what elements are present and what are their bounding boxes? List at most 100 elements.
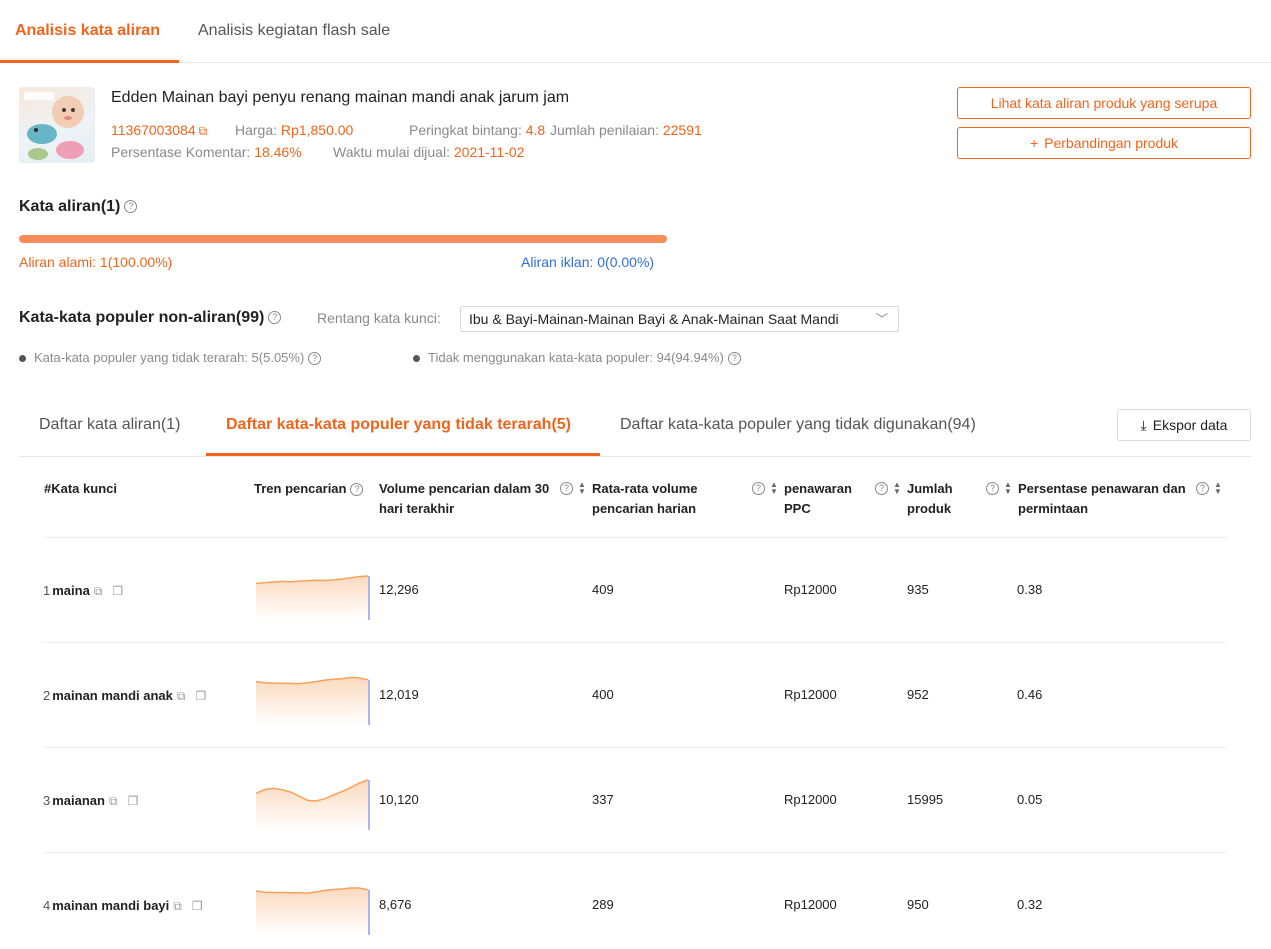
keyword-text[interactable]: mainan mandi bayi	[52, 898, 169, 913]
popular-words-title: Kata-kata populer non-aliran(99)	[19, 309, 265, 326]
help-icon[interactable]: ?	[268, 311, 282, 325]
sort-icon[interactable]: ▲ ▼	[1214, 481, 1222, 496]
keyword-text[interactable]: mainan mandi anak	[52, 688, 173, 703]
search-trend-sparkline[interactable]	[256, 770, 370, 830]
col-header-trend: Tren pencarian?	[254, 479, 364, 499]
help-icon[interactable]: ?	[308, 352, 322, 366]
external-link-icon[interactable]: ⧉	[199, 124, 208, 138]
untargeted-value: 5(5.05%)	[251, 350, 305, 365]
help-icon[interactable]: ?	[752, 482, 765, 495]
start-date-field: Waktu mulai dijual: 2021-11-02	[333, 144, 524, 160]
ad-flow-label: Aliran iklan:	[521, 254, 594, 270]
bullet-dot	[19, 355, 26, 363]
product-thumbnail[interactable]	[19, 87, 95, 163]
compare-product-label: Perbandingan produk	[1044, 135, 1179, 151]
supply-demand-cell: 0.38	[1017, 581, 1043, 597]
active-subtab-indicator	[206, 453, 600, 456]
col-ratio-line2: permintaan	[1018, 501, 1089, 516]
tab-flow-words-list[interactable]: Daftar kata aliran(1)	[39, 416, 180, 434]
reviews-value: 22591	[662, 122, 702, 138]
tab-analisis-flash-sale[interactable]: Analisis kegiatan flash sale	[198, 22, 390, 40]
help-icon[interactable]: ?	[986, 482, 999, 495]
col-header-ppc: penawaran PPC	[784, 479, 852, 519]
untargeted-label: Kata-kata populer yang tidak terarah:	[34, 350, 248, 365]
help-icon[interactable]: ?	[727, 352, 741, 366]
col-keyword-label: Kata kunci	[51, 481, 117, 496]
tab-unused-list[interactable]: Daftar kata-kata populer yang tidak digu…	[620, 416, 976, 434]
comment-pct-label: Persentase Komentar:	[111, 144, 251, 160]
download-icon: ⤓	[1140, 417, 1147, 433]
tab-analisis-kata-aliran[interactable]: Analisis kata aliran	[15, 22, 160, 40]
export-data-button[interactable]: ⤓ Ekspor data	[1117, 409, 1251, 441]
list-tab-bar: Daftar kata aliran(1) Daftar kata-kata p…	[19, 400, 1251, 457]
keyword-range-value: Ibu & Bayi-Mainan-Mainan Bayi & Anak-Mai…	[469, 311, 839, 327]
sparkline-area	[256, 887, 368, 935]
copy-icon[interactable]: ❐	[192, 899, 203, 913]
product-count-cell: 950	[907, 896, 929, 912]
row-number: 1	[43, 582, 51, 598]
sort-icon[interactable]: ▲ ▼	[770, 481, 778, 496]
col-products-line1: Jumlah	[907, 481, 953, 496]
product-count-cell: 952	[907, 686, 929, 702]
col-avg-line1: Rata-rata volume	[592, 481, 698, 496]
help-icon[interactable]: ?	[350, 483, 364, 497]
sort-icon[interactable]: ▲ ▼	[1004, 481, 1012, 496]
unused-stat: Tidak menggunakan kata-kata populer: 94(…	[413, 350, 741, 366]
supply-demand-cell: 0.32	[1017, 896, 1043, 912]
external-link-icon[interactable]: ⧉	[94, 584, 103, 598]
copy-icon[interactable]: ❐	[195, 689, 206, 703]
price-value: Rp1,850.00	[280, 122, 354, 138]
keyword-range-select[interactable]: Ibu & Bayi-Mainan-Mainan Bayi & Anak-Mai…	[460, 306, 899, 332]
external-link-icon[interactable]: ⧉	[177, 689, 186, 703]
volume-cell: 10,120	[379, 791, 419, 807]
ppc-cell: Rp12000	[784, 581, 837, 597]
table-row-keyword: 2 mainan mandi anak ⧉ ❐	[43, 688, 206, 704]
search-trend-sparkline[interactable]	[256, 875, 370, 935]
help-icon[interactable]: ?	[124, 200, 138, 214]
table-row-keyword: 1 maina ⧉ ❐	[43, 583, 123, 599]
product-id-link[interactable]: 11367003084	[111, 122, 196, 138]
col-ppc-line1: penawaran	[784, 481, 852, 496]
export-label: Ekspor data	[1152, 417, 1228, 433]
row-number: 3	[43, 792, 51, 808]
keyword-text[interactable]: maianan	[52, 793, 105, 808]
col-header-avg: Rata-rata volume pencarian harian	[592, 479, 697, 519]
table-row-keyword: 4 mainan mandi bayi ⧉ ❐	[43, 898, 203, 914]
search-trend-sparkline[interactable]	[256, 665, 370, 725]
volume-cell: 8,676	[379, 896, 412, 912]
product-count-cell: 935	[907, 581, 929, 597]
sort-icon[interactable]: ▲ ▼	[893, 481, 901, 496]
flow-words-title: Kata aliran(1)	[19, 198, 121, 215]
tab-untargeted-list[interactable]: Daftar kata-kata populer yang tidak tera…	[226, 416, 571, 434]
rating-value: 4.8	[525, 122, 546, 138]
search-trend-sparkline[interactable]	[256, 560, 370, 620]
col-products-line2: produk	[907, 501, 952, 516]
similar-products-button[interactable]: Lihat kata aliran produk yang serupa	[957, 87, 1251, 119]
flow-words-heading: Kata aliran(1)?	[19, 198, 138, 216]
copy-icon[interactable]: ❐	[112, 584, 123, 598]
price-label: Harga:	[235, 122, 278, 138]
sparkline-marker	[368, 889, 370, 935]
col-trend-label: Tren pencarian	[254, 481, 347, 496]
help-icon[interactable]: ?	[1196, 482, 1209, 495]
natural-flow-value: 1(100.00%)	[99, 254, 173, 270]
reviews-field: Jumlah penilaian: 22591	[550, 122, 702, 138]
volume-cell: 12,019	[379, 686, 419, 702]
avg-volume-cell: 337	[592, 791, 614, 807]
popular-words-heading: Kata-kata populer non-aliran(99)?	[19, 309, 282, 327]
natural-flow-stat: Aliran alami: 1(100.00%)	[19, 254, 172, 270]
comment-pct-field: Persentase Komentar: 18.46%	[111, 144, 302, 160]
ppc-cell: Rp12000	[784, 896, 837, 912]
help-icon[interactable]: ?	[875, 482, 888, 495]
sparkline-marker	[368, 575, 370, 620]
avg-volume-cell: 409	[592, 581, 614, 597]
product-title: Edden Mainan bayi penyu renang mainan ma…	[111, 89, 570, 106]
compare-product-button[interactable]: + Perbandingan produk	[957, 127, 1251, 159]
row-number: 2	[43, 687, 51, 703]
external-link-icon[interactable]: ⧉	[109, 794, 118, 808]
keyword-text[interactable]: maina	[52, 583, 90, 598]
help-icon[interactable]: ?	[560, 482, 573, 495]
copy-icon[interactable]: ❐	[128, 794, 139, 808]
sort-icon[interactable]: ▲ ▼	[578, 481, 586, 496]
external-link-icon[interactable]: ⧉	[173, 899, 182, 913]
